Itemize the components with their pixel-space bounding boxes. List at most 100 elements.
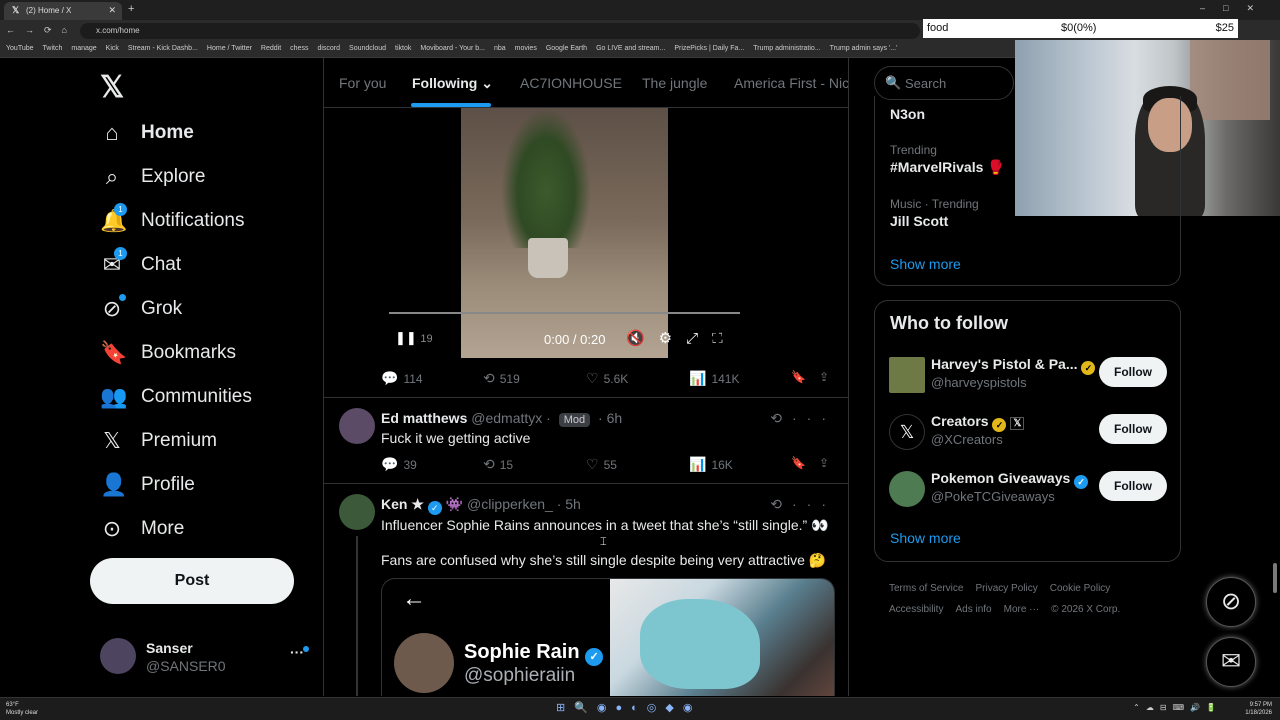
trend-name[interactable]: #MarvelRivals 🥊: [890, 159, 1005, 176]
show-more-link[interactable]: Show more: [890, 256, 961, 272]
bookmark-item[interactable]: YouTube: [6, 45, 34, 52]
new-tab-icon[interactable]: +: [128, 3, 134, 15]
weather-widget[interactable]: 63°F Mostly clear: [6, 701, 38, 717]
author-name[interactable]: Ed matthews: [381, 410, 467, 426]
trend-name[interactable]: Jill Scott: [890, 213, 948, 229]
browser-tab[interactable]: 𝕏 (2) Home / X ✕: [4, 2, 122, 20]
sidebar-item-explore[interactable]: ⌕ Explore: [100, 155, 300, 199]
footer-link[interactable]: Terms of Service: [889, 583, 963, 594]
follow-suggestion[interactable]: Pokemon Giveaways ✓ @PokeTCGiveaways Fol…: [875, 465, 1182, 515]
bookmark-item[interactable]: Home / Twitter: [207, 45, 252, 52]
bookmark-item[interactable]: nba: [494, 45, 506, 52]
sidebar-item-profile[interactable]: 👤 Profile: [100, 463, 300, 507]
sidebar-item-bookmarks[interactable]: 🔖 Bookmarks: [100, 331, 300, 375]
video-progress-bar[interactable]: [389, 312, 740, 314]
bookmark-item[interactable]: Stream - Kick Dashb...: [128, 45, 198, 52]
follow-button[interactable]: Follow: [1099, 357, 1167, 387]
follow-button[interactable]: Follow: [1099, 414, 1167, 444]
account-switcher[interactable]: Sanser @SANSER0 ···: [100, 638, 312, 678]
tweet-media[interactable]: ← Sophie Rain ✓ @sophieraiin: [381, 578, 835, 696]
footer-link[interactable]: Accessibility: [889, 604, 943, 615]
share-icon[interactable]: ⇪: [819, 456, 829, 470]
tab-for-you[interactable]: For you: [339, 75, 386, 91]
close-tab-icon[interactable]: ✕: [108, 5, 116, 16]
tweet-time[interactable]: 5h: [565, 496, 581, 512]
bookmark-item[interactable]: Go LIVE and stream...: [596, 45, 665, 52]
bookmark-item[interactable]: chess: [290, 45, 308, 52]
follow-button[interactable]: Follow: [1099, 471, 1167, 501]
sidebar-item-more[interactable]: ⊙ More: [100, 507, 300, 551]
url-field[interactable]: x.com/home: [80, 23, 920, 39]
like-button[interactable]: ♡ 5.6K: [586, 370, 628, 387]
footer-link[interactable]: Cookie Policy: [1050, 583, 1111, 594]
pause-icon[interactable]: ❚❚ 19: [395, 330, 433, 346]
sidebar-item-chat[interactable]: ✉ 1 Chat: [100, 243, 300, 287]
sidebar-item-notifications[interactable]: 🔔 1 Notifications: [100, 199, 300, 243]
browser-nav-buttons[interactable]: ←→⟳⌂: [6, 25, 77, 36]
search-input[interactable]: 🔍 Search: [874, 66, 1014, 100]
sidebar-item-communities[interactable]: 👥 Communities: [100, 375, 300, 419]
bookmark-item[interactable]: Twitch: [43, 45, 63, 52]
bookmark-item[interactable]: manage: [71, 45, 96, 52]
sidebar-item-home[interactable]: ⌂ Home: [100, 111, 300, 155]
author-name[interactable]: Ken ★: [381, 496, 424, 512]
bookmark-item[interactable]: Trump admin says '...': [830, 45, 898, 52]
post-button[interactable]: Post: [90, 558, 294, 604]
bookmark-item[interactable]: Moviboard - Your b...: [420, 45, 485, 52]
bookmark-item[interactable]: Trump administratio...: [753, 45, 820, 52]
divider: [324, 397, 848, 398]
window-controls[interactable]: –□✕: [1200, 3, 1272, 14]
more-dots-icon[interactable]: ···: [290, 644, 304, 660]
video-player[interactable]: ❚❚ 19 0:00 / 0:20 🔇⚙⤢⛶: [381, 108, 748, 358]
follow-suggestion[interactable]: 𝕏 Creators ✓ 𝕏 @XCreators Follow: [875, 408, 1182, 458]
bookmark-icon[interactable]: 🔖: [791, 370, 806, 384]
footer-link[interactable]: Ads info: [955, 604, 991, 615]
taskbar-apps[interactable]: ⊞🔍◉●◐◎◆◉: [556, 701, 701, 714]
trend-name-text: #MarvelRivals: [890, 159, 984, 175]
video-controls[interactable]: 🔇⚙⤢⛶: [626, 329, 737, 347]
x-logo-icon[interactable]: 𝕏: [100, 70, 124, 105]
bookmark-item[interactable]: Google Earth: [546, 45, 587, 52]
system-tray[interactable]: ⌃☁⊟⌨🔊🔋: [1133, 703, 1222, 712]
tweet-time[interactable]: 6h: [607, 410, 623, 426]
footer-link[interactable]: More ···: [1004, 604, 1040, 615]
tab-the-jungle[interactable]: The jungle: [642, 75, 707, 91]
video-ghost-time: 19: [420, 333, 433, 345]
avatar: [100, 638, 136, 674]
tweet-menu[interactable]: ⟲···: [770, 410, 836, 427]
repost-button[interactable]: ⟲ 15: [483, 456, 513, 473]
repost-button[interactable]: ⟲ 519: [483, 370, 520, 387]
grok-float-button[interactable]: ⊘: [1206, 577, 1256, 627]
repost-icon: ⟲: [483, 456, 495, 472]
bookmark-item[interactable]: Soundcloud: [349, 45, 386, 52]
footer-link[interactable]: Privacy Policy: [975, 583, 1037, 594]
scrollbar[interactable]: [1273, 563, 1277, 593]
follow-suggestion[interactable]: Harvey's Pistol & Pa... ✓ @harveyspistol…: [875, 351, 1182, 401]
bookmark-item[interactable]: discord: [317, 45, 340, 52]
reply-button[interactable]: 💬 114: [381, 370, 423, 387]
share-icon[interactable]: ⇪: [819, 370, 829, 384]
bookmark-item[interactable]: tiktok: [395, 45, 411, 52]
tab-ac7ionhouse[interactable]: AC7IONHOUSE: [520, 75, 622, 91]
clock[interactable]: 9:57 PM 1/18/2026: [1245, 701, 1272, 717]
trend-name[interactable]: N3on: [890, 106, 925, 122]
bookmark-item[interactable]: Kick: [106, 45, 119, 52]
like-button[interactable]: ♡ 55: [586, 456, 617, 473]
sidebar-item-grok[interactable]: ⊘ Grok: [100, 287, 300, 331]
bookmark-item[interactable]: Reddit: [261, 45, 281, 52]
messages-float-button[interactable]: ✉: [1206, 637, 1256, 687]
reply-button[interactable]: 💬 39: [381, 456, 417, 473]
views-button[interactable]: 📊 16K: [689, 456, 733, 473]
bookmark-item[interactable]: PrizePicks | Daily Fa...: [674, 45, 744, 52]
tweet-menu[interactable]: ⟲···: [770, 496, 836, 513]
author-handle[interactable]: @clipperken_: [467, 496, 553, 512]
sidebar-item-premium[interactable]: 𝕏 Premium: [100, 419, 300, 463]
views-button[interactable]: 📊 141K: [689, 370, 739, 387]
tab-america-first[interactable]: America First - Nic: [734, 75, 848, 91]
tab-following[interactable]: Following ⌄: [412, 75, 493, 92]
bookmark-icon[interactable]: 🔖: [791, 456, 806, 470]
author-handle[interactable]: @edmattyx: [471, 410, 542, 426]
show-more-link[interactable]: Show more: [890, 530, 961, 546]
verified-icon: ✓: [427, 501, 442, 515]
bookmark-item[interactable]: movies: [515, 45, 537, 52]
